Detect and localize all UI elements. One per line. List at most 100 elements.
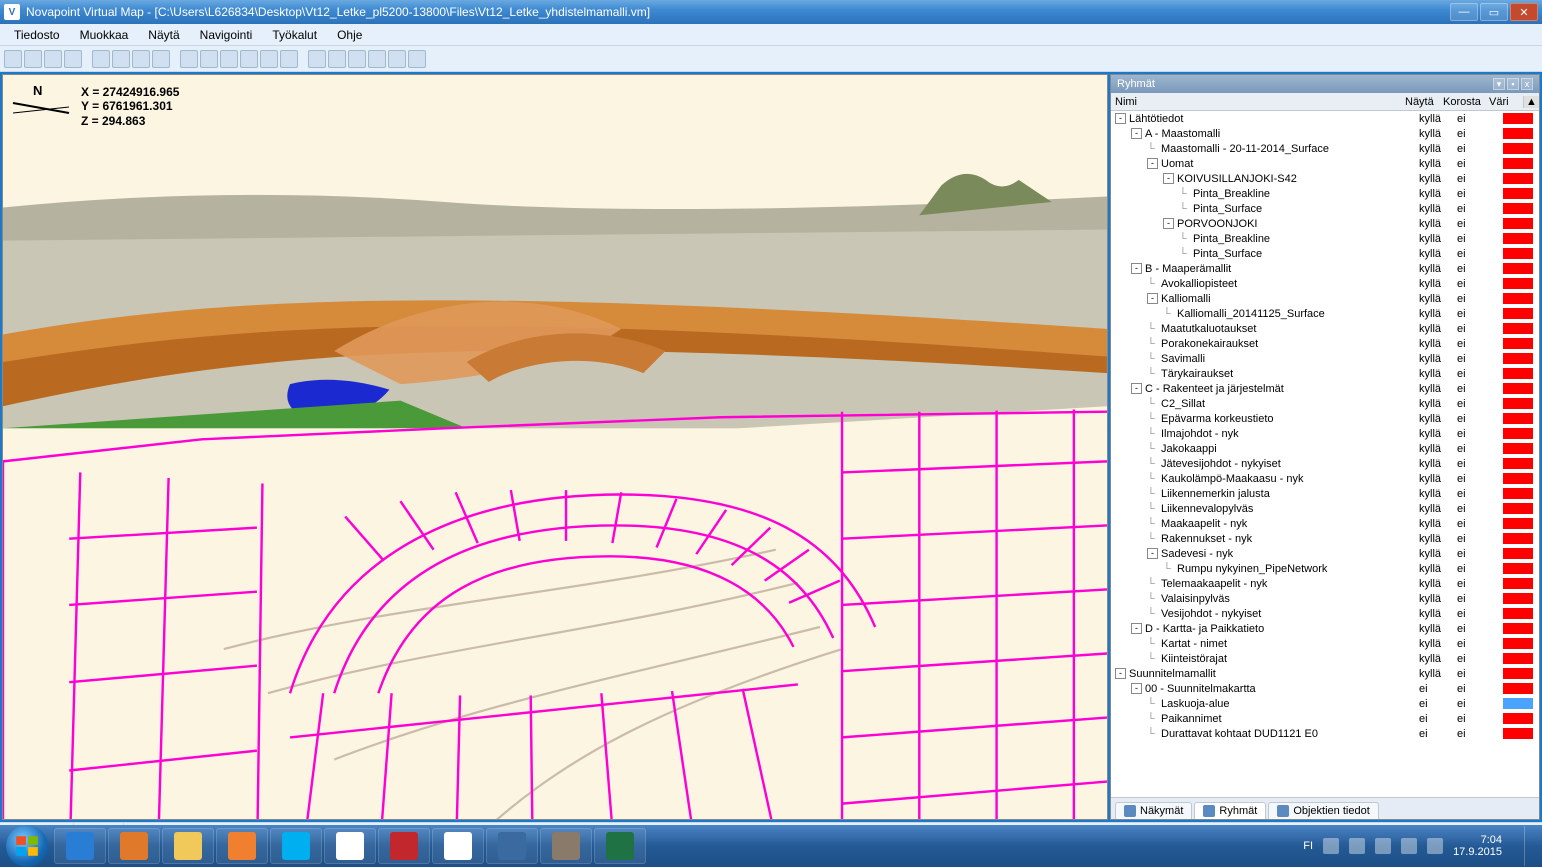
tray-action-center-icon[interactable]	[1349, 838, 1365, 854]
tree-show-value[interactable]: kyllä	[1419, 668, 1457, 680]
tray-network-icon[interactable]	[1401, 838, 1417, 854]
tree-row[interactable]: -D - Kartta- ja Paikkatietokylläei	[1111, 621, 1539, 636]
tree-color-swatch[interactable]	[1503, 413, 1533, 424]
tree-show-value[interactable]: kyllä	[1419, 218, 1457, 230]
tree-row[interactable]: └Savimallikylläei	[1111, 351, 1539, 366]
col-header-highlight[interactable]: Korosta	[1443, 96, 1489, 108]
tree-show-value[interactable]: kyllä	[1419, 473, 1457, 485]
tree-color-swatch[interactable]	[1503, 143, 1533, 154]
tree-highlight-value[interactable]: ei	[1457, 428, 1503, 440]
tree-row[interactable]: └Kalliomalli_20141125_Surfacekylläei	[1111, 306, 1539, 321]
tree-expander-icon[interactable]: -	[1131, 683, 1142, 694]
toolbar-button-19[interactable]	[408, 50, 426, 68]
tree-show-value[interactable]: kyllä	[1419, 518, 1457, 530]
menu-työkalut[interactable]: Työkalut	[262, 26, 327, 44]
start-button[interactable]	[6, 825, 48, 867]
tree-color-swatch[interactable]	[1503, 473, 1533, 484]
panel-titlebar[interactable]: Ryhmät ▾ ▪ x	[1111, 75, 1539, 93]
tree-highlight-value[interactable]: ei	[1457, 413, 1503, 425]
tree-row[interactable]: └Epävarma korkeustietokylläei	[1111, 411, 1539, 426]
toolbar-button-15[interactable]	[328, 50, 346, 68]
tree-color-swatch[interactable]	[1503, 683, 1533, 694]
taskbar-app-ie[interactable]	[54, 828, 106, 864]
tree-show-value[interactable]: ei	[1419, 713, 1457, 725]
viewport-3d[interactable]: N X = 27424916.965 Y = 6761961.301 Z = 2…	[2, 74, 1108, 820]
tree-highlight-value[interactable]: ei	[1457, 608, 1503, 620]
tree-highlight-value[interactable]: ei	[1457, 218, 1503, 230]
tree-show-value[interactable]: kyllä	[1419, 608, 1457, 620]
tree-show-value[interactable]: kyllä	[1419, 443, 1457, 455]
tree-row[interactable]: └Tärykairauksetkylläei	[1111, 366, 1539, 381]
tree-highlight-value[interactable]: ei	[1457, 668, 1503, 680]
tree-color-swatch[interactable]	[1503, 233, 1533, 244]
tree-highlight-value[interactable]: ei	[1457, 548, 1503, 560]
tree-highlight-value[interactable]: ei	[1457, 533, 1503, 545]
toolbar-button-2[interactable]	[44, 50, 62, 68]
tree-row[interactable]: -Lähtötiedotkylläei	[1111, 111, 1539, 126]
tree-row[interactable]: └Porakonekairauksetkylläei	[1111, 336, 1539, 351]
tree-highlight-value[interactable]: ei	[1457, 293, 1503, 305]
tree-highlight-value[interactable]: ei	[1457, 593, 1503, 605]
tree-highlight-value[interactable]: ei	[1457, 488, 1503, 500]
tree-row[interactable]: └Jätevesijohdot - nykyisetkylläei	[1111, 456, 1539, 471]
tree-expander-icon[interactable]: -	[1147, 293, 1158, 304]
tree-color-swatch[interactable]	[1503, 698, 1533, 709]
tree-row[interactable]: └C2_Sillatkylläei	[1111, 396, 1539, 411]
tree-color-swatch[interactable]	[1503, 188, 1533, 199]
tree-show-value[interactable]: kyllä	[1419, 173, 1457, 185]
tree-color-swatch[interactable]	[1503, 563, 1533, 574]
tree-highlight-value[interactable]: ei	[1457, 338, 1503, 350]
tree-highlight-value[interactable]: ei	[1457, 113, 1503, 125]
toolbar-button-14[interactable]	[308, 50, 326, 68]
tree-show-value[interactable]: kyllä	[1419, 428, 1457, 440]
tree-row[interactable]: └Durattavat kohtaat DUD1121 E0eiei	[1111, 726, 1539, 741]
toolbar-button-0[interactable]	[4, 50, 22, 68]
tree-show-value[interactable]: ei	[1419, 683, 1457, 695]
tree-row[interactable]: -B - Maaperämallitkylläei	[1111, 261, 1539, 276]
menu-näytä[interactable]: Näytä	[138, 26, 189, 44]
tree-show-value[interactable]: kyllä	[1419, 413, 1457, 425]
tree-highlight-value[interactable]: ei	[1457, 473, 1503, 485]
tree-show-value[interactable]: kyllä	[1419, 563, 1457, 575]
menu-tiedosto[interactable]: Tiedosto	[4, 26, 70, 44]
tree-color-swatch[interactable]	[1503, 158, 1533, 169]
tree-color-swatch[interactable]	[1503, 458, 1533, 469]
toolbar-button-6[interactable]	[132, 50, 150, 68]
tree-highlight-value[interactable]: ei	[1457, 398, 1503, 410]
tree-color-swatch[interactable]	[1503, 593, 1533, 604]
taskbar-app-app-d[interactable]	[486, 828, 538, 864]
tree-show-value[interactable]: kyllä	[1419, 278, 1457, 290]
toolbar-button-13[interactable]	[280, 50, 298, 68]
toolbar-button-11[interactable]	[240, 50, 258, 68]
tree-highlight-value[interactable]: ei	[1457, 623, 1503, 635]
tree-highlight-value[interactable]: ei	[1457, 518, 1503, 530]
tree-expander-icon[interactable]: -	[1147, 548, 1158, 559]
tree-color-swatch[interactable]	[1503, 203, 1533, 214]
toolbar-button-7[interactable]	[152, 50, 170, 68]
tree-highlight-value[interactable]: ei	[1457, 683, 1503, 695]
tree-highlight-value[interactable]: ei	[1457, 233, 1503, 245]
close-button[interactable]: ✕	[1510, 3, 1538, 21]
tree-highlight-value[interactable]: ei	[1457, 128, 1503, 140]
taskbar-app-novapoint1[interactable]	[324, 828, 376, 864]
tree-row[interactable]: -KOIVUSILLANJOKI-S42kylläei	[1111, 171, 1539, 186]
tree-show-value[interactable]: kyllä	[1419, 323, 1457, 335]
tree-color-swatch[interactable]	[1503, 128, 1533, 139]
tree-show-value[interactable]: kyllä	[1419, 593, 1457, 605]
tree-row[interactable]: -PORVOONJOKIkylläei	[1111, 216, 1539, 231]
tree-highlight-value[interactable]: ei	[1457, 278, 1503, 290]
tree-color-swatch[interactable]	[1503, 173, 1533, 184]
tree-show-value[interactable]: kyllä	[1419, 158, 1457, 170]
taskbar-app-wmp[interactable]	[216, 828, 268, 864]
tree-show-value[interactable]: kyllä	[1419, 293, 1457, 305]
taskbar-app-firefox[interactable]	[108, 828, 160, 864]
tree-highlight-value[interactable]: ei	[1457, 698, 1503, 710]
toolbar-button-5[interactable]	[112, 50, 130, 68]
tree-expander-icon[interactable]: -	[1163, 173, 1174, 184]
tree-highlight-value[interactable]: ei	[1457, 368, 1503, 380]
tree-show-value[interactable]: kyllä	[1419, 143, 1457, 155]
tree-highlight-value[interactable]: ei	[1457, 263, 1503, 275]
tree-row[interactable]: └Kartat - nimetkylläei	[1111, 636, 1539, 651]
tree-show-value[interactable]: kyllä	[1419, 113, 1457, 125]
col-header-name[interactable]: Nimi	[1111, 96, 1405, 108]
